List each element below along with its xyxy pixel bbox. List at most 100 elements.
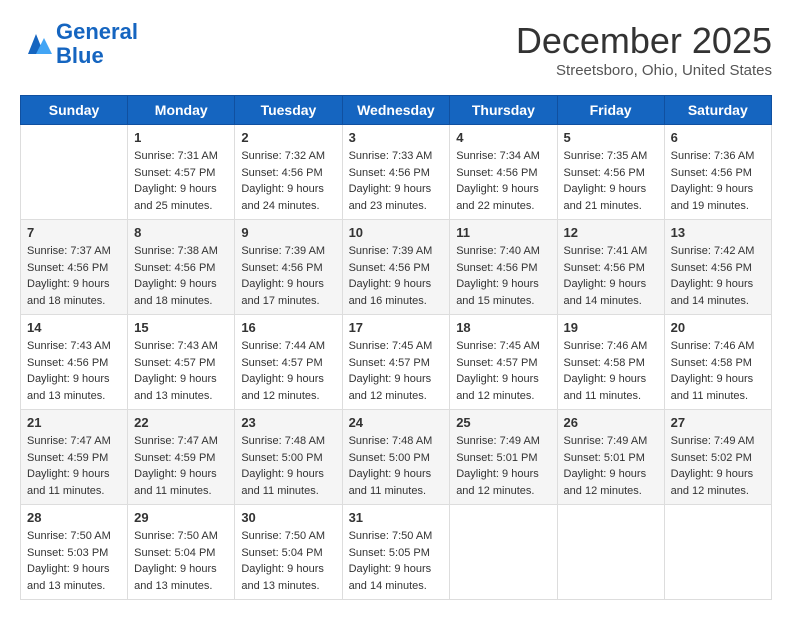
sunset-text: Sunset: 4:56 PM xyxy=(564,167,645,179)
daylight-text: Daylight: 9 hours and 19 minutes. xyxy=(671,183,754,212)
day-info: Sunrise: 7:31 AM Sunset: 4:57 PM Dayligh… xyxy=(134,148,228,214)
calendar-cell xyxy=(557,505,664,600)
daylight-text: Daylight: 9 hours and 11 minutes. xyxy=(349,468,432,497)
location: Streetsboro, Ohio, United States xyxy=(516,62,772,79)
calendar-cell: 25 Sunrise: 7:49 AM Sunset: 5:01 PM Dayl… xyxy=(450,410,557,505)
sunset-text: Sunset: 4:57 PM xyxy=(134,167,215,179)
sunrise-text: Sunrise: 7:50 AM xyxy=(27,530,111,542)
sunset-text: Sunset: 4:56 PM xyxy=(456,262,537,274)
calendar-week-row: 21 Sunrise: 7:47 AM Sunset: 4:59 PM Dayl… xyxy=(21,410,772,505)
daylight-text: Daylight: 9 hours and 14 minutes. xyxy=(671,278,754,307)
daylight-text: Daylight: 9 hours and 13 minutes. xyxy=(27,373,110,402)
day-info: Sunrise: 7:47 AM Sunset: 4:59 PM Dayligh… xyxy=(134,433,228,499)
day-number: 4 xyxy=(456,130,550,145)
sunset-text: Sunset: 5:01 PM xyxy=(456,452,537,464)
day-info: Sunrise: 7:47 AM Sunset: 4:59 PM Dayligh… xyxy=(27,433,121,499)
calendar-cell: 22 Sunrise: 7:47 AM Sunset: 4:59 PM Dayl… xyxy=(128,410,235,505)
sunrise-text: Sunrise: 7:42 AM xyxy=(671,245,755,257)
sunrise-text: Sunrise: 7:36 AM xyxy=(671,150,755,162)
calendar-cell: 31 Sunrise: 7:50 AM Sunset: 5:05 PM Dayl… xyxy=(342,505,450,600)
daylight-text: Daylight: 9 hours and 12 minutes. xyxy=(671,468,754,497)
calendar-week-row: 7 Sunrise: 7:37 AM Sunset: 4:56 PM Dayli… xyxy=(21,220,772,315)
calendar-cell: 18 Sunrise: 7:45 AM Sunset: 4:57 PM Dayl… xyxy=(450,315,557,410)
calendar-cell: 16 Sunrise: 7:44 AM Sunset: 4:57 PM Dayl… xyxy=(235,315,342,410)
sunrise-text: Sunrise: 7:47 AM xyxy=(134,435,218,447)
sunset-text: Sunset: 5:04 PM xyxy=(241,547,322,559)
sunset-text: Sunset: 5:02 PM xyxy=(671,452,752,464)
day-info: Sunrise: 7:42 AM Sunset: 4:56 PM Dayligh… xyxy=(671,243,765,309)
logo-icon xyxy=(20,30,52,58)
day-info: Sunrise: 7:45 AM Sunset: 4:57 PM Dayligh… xyxy=(456,338,550,404)
sunrise-text: Sunrise: 7:50 AM xyxy=(241,530,325,542)
calendar-cell: 6 Sunrise: 7:36 AM Sunset: 4:56 PM Dayli… xyxy=(664,125,771,220)
calendar-cell: 21 Sunrise: 7:47 AM Sunset: 4:59 PM Dayl… xyxy=(21,410,128,505)
sunrise-text: Sunrise: 7:32 AM xyxy=(241,150,325,162)
calendar-header-monday: Monday xyxy=(128,96,235,125)
day-info: Sunrise: 7:46 AM Sunset: 4:58 PM Dayligh… xyxy=(671,338,765,404)
daylight-text: Daylight: 9 hours and 11 minutes. xyxy=(134,468,217,497)
sunrise-text: Sunrise: 7:48 AM xyxy=(241,435,325,447)
daylight-text: Daylight: 9 hours and 14 minutes. xyxy=(349,563,432,592)
sunset-text: Sunset: 4:57 PM xyxy=(134,357,215,369)
day-number: 29 xyxy=(134,510,228,525)
sunrise-text: Sunrise: 7:49 AM xyxy=(564,435,648,447)
daylight-text: Daylight: 9 hours and 17 minutes. xyxy=(241,278,324,307)
daylight-text: Daylight: 9 hours and 23 minutes. xyxy=(349,183,432,212)
daylight-text: Daylight: 9 hours and 15 minutes. xyxy=(456,278,539,307)
day-number: 16 xyxy=(241,320,335,335)
sunset-text: Sunset: 4:56 PM xyxy=(349,167,430,179)
sunrise-text: Sunrise: 7:45 AM xyxy=(456,340,540,352)
calendar-cell: 15 Sunrise: 7:43 AM Sunset: 4:57 PM Dayl… xyxy=(128,315,235,410)
calendar-header-wednesday: Wednesday xyxy=(342,96,450,125)
calendar-cell xyxy=(450,505,557,600)
sunset-text: Sunset: 4:56 PM xyxy=(456,167,537,179)
day-number: 10 xyxy=(349,225,444,240)
sunrise-text: Sunrise: 7:45 AM xyxy=(349,340,433,352)
sunset-text: Sunset: 4:59 PM xyxy=(134,452,215,464)
day-number: 30 xyxy=(241,510,335,525)
day-info: Sunrise: 7:37 AM Sunset: 4:56 PM Dayligh… xyxy=(27,243,121,309)
calendar-cell: 11 Sunrise: 7:40 AM Sunset: 4:56 PM Dayl… xyxy=(450,220,557,315)
sunrise-text: Sunrise: 7:33 AM xyxy=(349,150,433,162)
sunrise-text: Sunrise: 7:43 AM xyxy=(134,340,218,352)
sunset-text: Sunset: 5:01 PM xyxy=(564,452,645,464)
day-info: Sunrise: 7:50 AM Sunset: 5:04 PM Dayligh… xyxy=(241,528,335,594)
sunrise-text: Sunrise: 7:49 AM xyxy=(671,435,755,447)
day-number: 23 xyxy=(241,415,335,430)
calendar-cell: 8 Sunrise: 7:38 AM Sunset: 4:56 PM Dayli… xyxy=(128,220,235,315)
sunrise-text: Sunrise: 7:37 AM xyxy=(27,245,111,257)
calendar-cell: 1 Sunrise: 7:31 AM Sunset: 4:57 PM Dayli… xyxy=(128,125,235,220)
day-info: Sunrise: 7:48 AM Sunset: 5:00 PM Dayligh… xyxy=(349,433,444,499)
daylight-text: Daylight: 9 hours and 21 minutes. xyxy=(564,183,647,212)
daylight-text: Daylight: 9 hours and 11 minutes. xyxy=(564,373,647,402)
sunset-text: Sunset: 4:56 PM xyxy=(241,262,322,274)
sunset-text: Sunset: 5:00 PM xyxy=(349,452,430,464)
sunset-text: Sunset: 4:56 PM xyxy=(349,262,430,274)
calendar-cell: 3 Sunrise: 7:33 AM Sunset: 4:56 PM Dayli… xyxy=(342,125,450,220)
calendar-cell: 26 Sunrise: 7:49 AM Sunset: 5:01 PM Dayl… xyxy=(557,410,664,505)
daylight-text: Daylight: 9 hours and 12 minutes. xyxy=(349,373,432,402)
day-number: 8 xyxy=(134,225,228,240)
sunset-text: Sunset: 4:59 PM xyxy=(27,452,108,464)
day-number: 2 xyxy=(241,130,335,145)
sunset-text: Sunset: 5:00 PM xyxy=(241,452,322,464)
daylight-text: Daylight: 9 hours and 11 minutes. xyxy=(241,468,324,497)
sunrise-text: Sunrise: 7:39 AM xyxy=(241,245,325,257)
sunrise-text: Sunrise: 7:34 AM xyxy=(456,150,540,162)
calendar-week-row: 1 Sunrise: 7:31 AM Sunset: 4:57 PM Dayli… xyxy=(21,125,772,220)
calendar-cell: 2 Sunrise: 7:32 AM Sunset: 4:56 PM Dayli… xyxy=(235,125,342,220)
day-info: Sunrise: 7:50 AM Sunset: 5:03 PM Dayligh… xyxy=(27,528,121,594)
day-number: 20 xyxy=(671,320,765,335)
day-info: Sunrise: 7:44 AM Sunset: 4:57 PM Dayligh… xyxy=(241,338,335,404)
calendar-cell: 30 Sunrise: 7:50 AM Sunset: 5:04 PM Dayl… xyxy=(235,505,342,600)
month-title: December 2025 xyxy=(516,20,772,62)
sunrise-text: Sunrise: 7:39 AM xyxy=(349,245,433,257)
day-info: Sunrise: 7:38 AM Sunset: 4:56 PM Dayligh… xyxy=(134,243,228,309)
calendar-week-row: 28 Sunrise: 7:50 AM Sunset: 5:03 PM Dayl… xyxy=(21,505,772,600)
sunset-text: Sunset: 4:56 PM xyxy=(671,262,752,274)
day-number: 21 xyxy=(27,415,121,430)
sunset-text: Sunset: 5:04 PM xyxy=(134,547,215,559)
daylight-text: Daylight: 9 hours and 13 minutes. xyxy=(241,563,324,592)
day-info: Sunrise: 7:46 AM Sunset: 4:58 PM Dayligh… xyxy=(564,338,658,404)
daylight-text: Daylight: 9 hours and 25 minutes. xyxy=(134,183,217,212)
